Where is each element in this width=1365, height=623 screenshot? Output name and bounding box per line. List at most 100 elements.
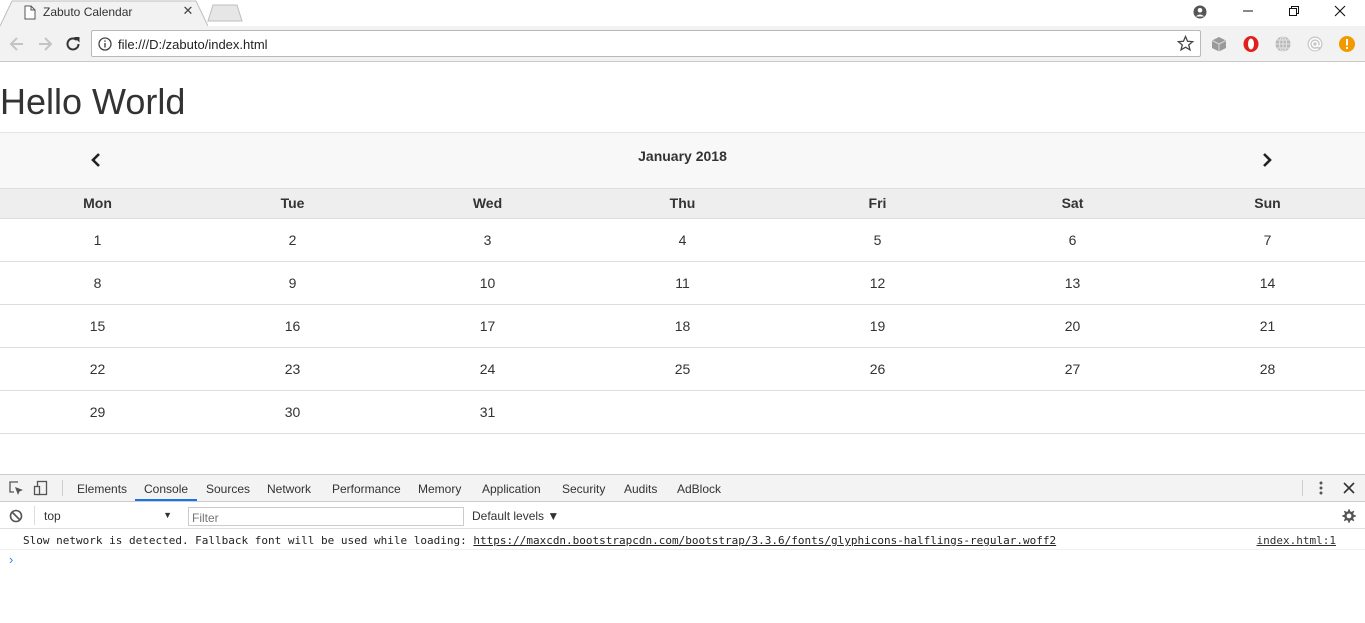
calendar-day[interactable]: 31 (390, 390, 585, 434)
calendar-day[interactable]: 14 (1170, 261, 1365, 305)
calendar-day[interactable]: 4 (585, 218, 780, 262)
back-arrow-icon[interactable] (7, 34, 27, 54)
calendar-day[interactable]: 5 (780, 218, 975, 262)
minimize-button[interactable] (1225, 0, 1271, 24)
new-tab-button[interactable] (207, 4, 243, 22)
calendar-header: January 2018 (0, 132, 1365, 189)
calendar-day-empty (780, 390, 975, 434)
calendar-day[interactable]: 25 (585, 347, 780, 391)
calendar-day-empty (585, 390, 780, 434)
calendar-day[interactable]: 24 (390, 347, 585, 391)
calendar-day[interactable]: 3 (390, 218, 585, 262)
forward-arrow-icon[interactable] (35, 34, 55, 54)
tab-close-button[interactable]: ✕ (181, 4, 195, 18)
console-message-text: Slow network is detected. Fallback font … (23, 534, 1056, 547)
more-options-icon[interactable] (1313, 480, 1329, 496)
calendar-day[interactable]: 1 (0, 218, 195, 262)
calendar-day[interactable]: 6 (975, 218, 1170, 262)
settings-gear-icon[interactable] (1341, 508, 1357, 524)
calendar-day[interactable]: 15 (0, 304, 195, 348)
tab-network[interactable]: Network (267, 482, 311, 496)
console-prompt[interactable]: › (9, 552, 13, 567)
browser-toolbar: file:///D:/zabuto/index.html (0, 26, 1365, 62)
calendar-day[interactable]: 23 (195, 347, 390, 391)
toolbar-divider (62, 480, 63, 496)
calendar-day[interactable]: 30 (195, 390, 390, 434)
dropdown-arrow-icon: ▼ (163, 510, 172, 520)
weekday-label: Wed (390, 189, 585, 219)
at-sign-icon[interactable] (1306, 35, 1324, 53)
weekday-row: Mon Tue Wed Thu Fri Sat Sun (0, 189, 1365, 219)
weekday-label: Mon (0, 189, 195, 219)
message-url-link[interactable]: https://maxcdn.bootstrapcdn.com/bootstra… (473, 534, 1056, 547)
globe-icon[interactable] (1274, 35, 1292, 53)
extension-cube-icon[interactable] (1210, 35, 1228, 53)
calendar-week-row: 29 30 31 (0, 390, 1365, 434)
calendar-day[interactable]: 11 (585, 261, 780, 305)
inspect-element-icon[interactable] (8, 480, 24, 496)
close-devtools-icon[interactable] (1341, 480, 1357, 496)
devtools-tab-bar: Elements Console Sources Network Perform… (0, 475, 1365, 502)
tab-application[interactable]: Application (482, 482, 541, 496)
context-selector[interactable]: top ▼ (34, 506, 178, 525)
calendar-day[interactable]: 13 (975, 261, 1170, 305)
tab-console[interactable]: Console (144, 482, 188, 496)
page-content: Hello World January 2018 Mon Tue Wed Thu… (0, 63, 1365, 474)
calendar-grid: Mon Tue Wed Thu Fri Sat Sun 1 2 3 4 5 6 (0, 189, 1365, 434)
info-icon[interactable] (98, 37, 112, 51)
calendar-day[interactable]: 19 (780, 304, 975, 348)
tab-performance[interactable]: Performance (332, 482, 401, 496)
restore-icon (1289, 6, 1299, 16)
next-month-chevron-icon[interactable] (1258, 151, 1276, 169)
calendar: January 2018 Mon Tue Wed Thu Fri Sat Sun (0, 132, 1365, 434)
calendar-day[interactable]: 8 (0, 261, 195, 305)
log-levels-dropdown[interactable]: Default levels ▼ (472, 509, 559, 523)
calendar-day[interactable]: 28 (1170, 347, 1365, 391)
url-text[interactable]: file:///D:/zabuto/index.html (118, 37, 268, 52)
calendar-day[interactable]: 7 (1170, 218, 1365, 262)
weekday-label: Thu (585, 189, 780, 219)
tab-audits[interactable]: Audits (624, 482, 657, 496)
close-icon (1334, 5, 1346, 17)
minimize-icon (1243, 10, 1253, 12)
calendar-day[interactable]: 29 (0, 390, 195, 434)
devtools-panel: Elements Console Sources Network Perform… (0, 474, 1365, 623)
clear-console-icon[interactable] (8, 508, 24, 524)
calendar-day[interactable]: 22 (0, 347, 195, 391)
tab-adblock[interactable]: AdBlock (677, 482, 721, 496)
bookmark-star-icon[interactable] (1177, 35, 1194, 52)
calendar-day[interactable]: 20 (975, 304, 1170, 348)
tab-memory[interactable]: Memory (418, 482, 461, 496)
tab-sources[interactable]: Sources (206, 482, 250, 496)
weekday-label: Fri (780, 189, 975, 219)
calendar-day-empty (975, 390, 1170, 434)
weekday-label: Sat (975, 189, 1170, 219)
calendar-day[interactable]: 27 (975, 347, 1170, 391)
profile-icon (1193, 5, 1207, 19)
calendar-day[interactable]: 10 (390, 261, 585, 305)
address-bar[interactable]: file:///D:/zabuto/index.html (91, 30, 1201, 57)
tab-security[interactable]: Security (562, 482, 605, 496)
restore-button[interactable] (1271, 0, 1317, 24)
profile-button[interactable] (1177, 0, 1223, 24)
opera-icon[interactable] (1242, 35, 1260, 53)
reload-icon[interactable] (63, 34, 83, 54)
calendar-day[interactable]: 18 (585, 304, 780, 348)
calendar-day[interactable]: 17 (390, 304, 585, 348)
calendar-day[interactable]: 9 (195, 261, 390, 305)
close-window-button[interactable] (1317, 0, 1363, 24)
filter-input[interactable] (188, 507, 464, 526)
tab-elements[interactable]: Elements (77, 482, 127, 496)
calendar-week-row: 1 2 3 4 5 6 7 (0, 218, 1365, 262)
tab-title: Zabuto Calendar (43, 5, 133, 19)
calendar-day[interactable]: 21 (1170, 304, 1365, 348)
console-message: Slow network is detected. Fallback font … (0, 529, 1365, 550)
calendar-week-row: 22 23 24 25 26 27 28 (0, 347, 1365, 391)
calendar-day[interactable]: 12 (780, 261, 975, 305)
calendar-day[interactable]: 16 (195, 304, 390, 348)
calendar-day[interactable]: 26 (780, 347, 975, 391)
alert-icon[interactable] (1338, 35, 1356, 53)
message-source-link[interactable]: index.html:1 (1257, 534, 1336, 547)
calendar-day[interactable]: 2 (195, 218, 390, 262)
device-toolbar-icon[interactable] (33, 480, 49, 496)
